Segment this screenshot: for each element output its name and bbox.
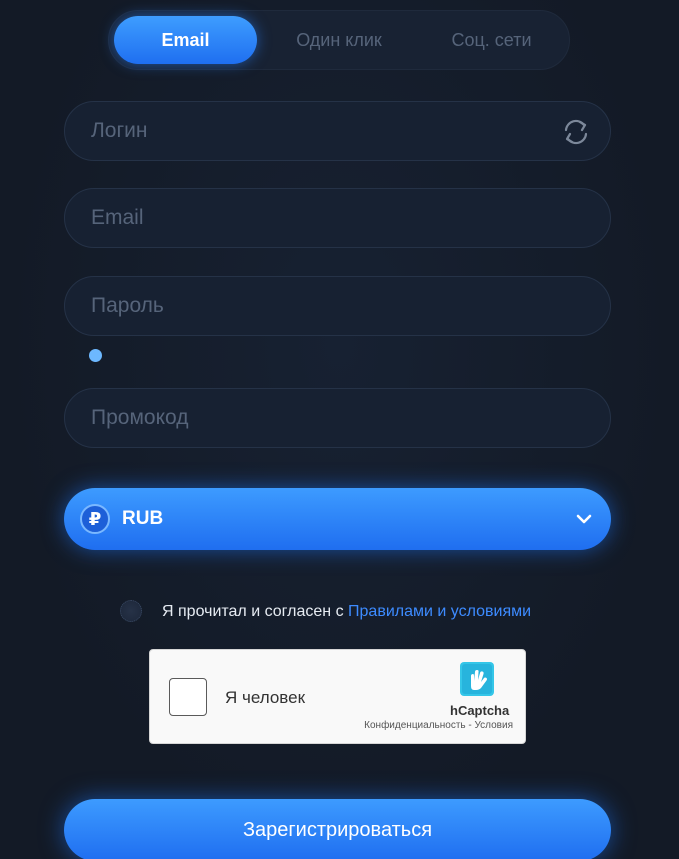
tab-social[interactable]: Соц. сети xyxy=(414,16,569,64)
hcaptcha-logo-icon xyxy=(460,662,494,696)
promo-code-input[interactable] xyxy=(65,389,610,447)
register-button[interactable]: Зарегистрироваться xyxy=(64,799,611,859)
password-field-wrapper xyxy=(64,276,611,336)
hcaptcha-brand: hCaptcha xyxy=(450,703,510,718)
captcha-checkbox[interactable] xyxy=(169,678,207,716)
email-field-wrapper xyxy=(64,188,611,248)
tab-email[interactable]: Email xyxy=(114,16,257,64)
password-input[interactable] xyxy=(65,277,610,335)
tab-one-click[interactable]: Один клик xyxy=(269,16,409,64)
email-input[interactable] xyxy=(65,189,610,247)
currency-select[interactable]: ₽ RUB xyxy=(64,488,611,550)
password-strength-dot xyxy=(89,349,102,362)
refresh-icon[interactable] xyxy=(560,116,592,148)
ruble-icon: ₽ xyxy=(80,504,110,534)
login-input[interactable] xyxy=(65,102,610,160)
captcha-label: Я человек xyxy=(225,688,306,707)
registration-form: Email Один клик Соц. сети ₽ RUB Я прочит… xyxy=(0,0,679,859)
promo-field-wrapper xyxy=(64,388,611,448)
chevron-down-icon xyxy=(576,514,592,524)
login-field-wrapper xyxy=(64,101,611,161)
terms-text: Я прочитал и согласен с Правилами и усло… xyxy=(162,603,531,621)
terms-checkbox[interactable] xyxy=(120,600,142,622)
hcaptcha-privacy-terms-links[interactable]: Конфиденциальность - Условия xyxy=(364,720,513,731)
terms-prefix: Я прочитал и согласен с xyxy=(162,603,344,620)
auth-method-tabs: Email Один клик Соц. сети xyxy=(108,10,570,70)
hcaptcha-widget: Я человек hCaptcha Конфиденциальность - … xyxy=(149,649,526,744)
terms-link[interactable]: Правилами и условиями xyxy=(348,603,531,620)
currency-label: RUB xyxy=(122,508,164,529)
